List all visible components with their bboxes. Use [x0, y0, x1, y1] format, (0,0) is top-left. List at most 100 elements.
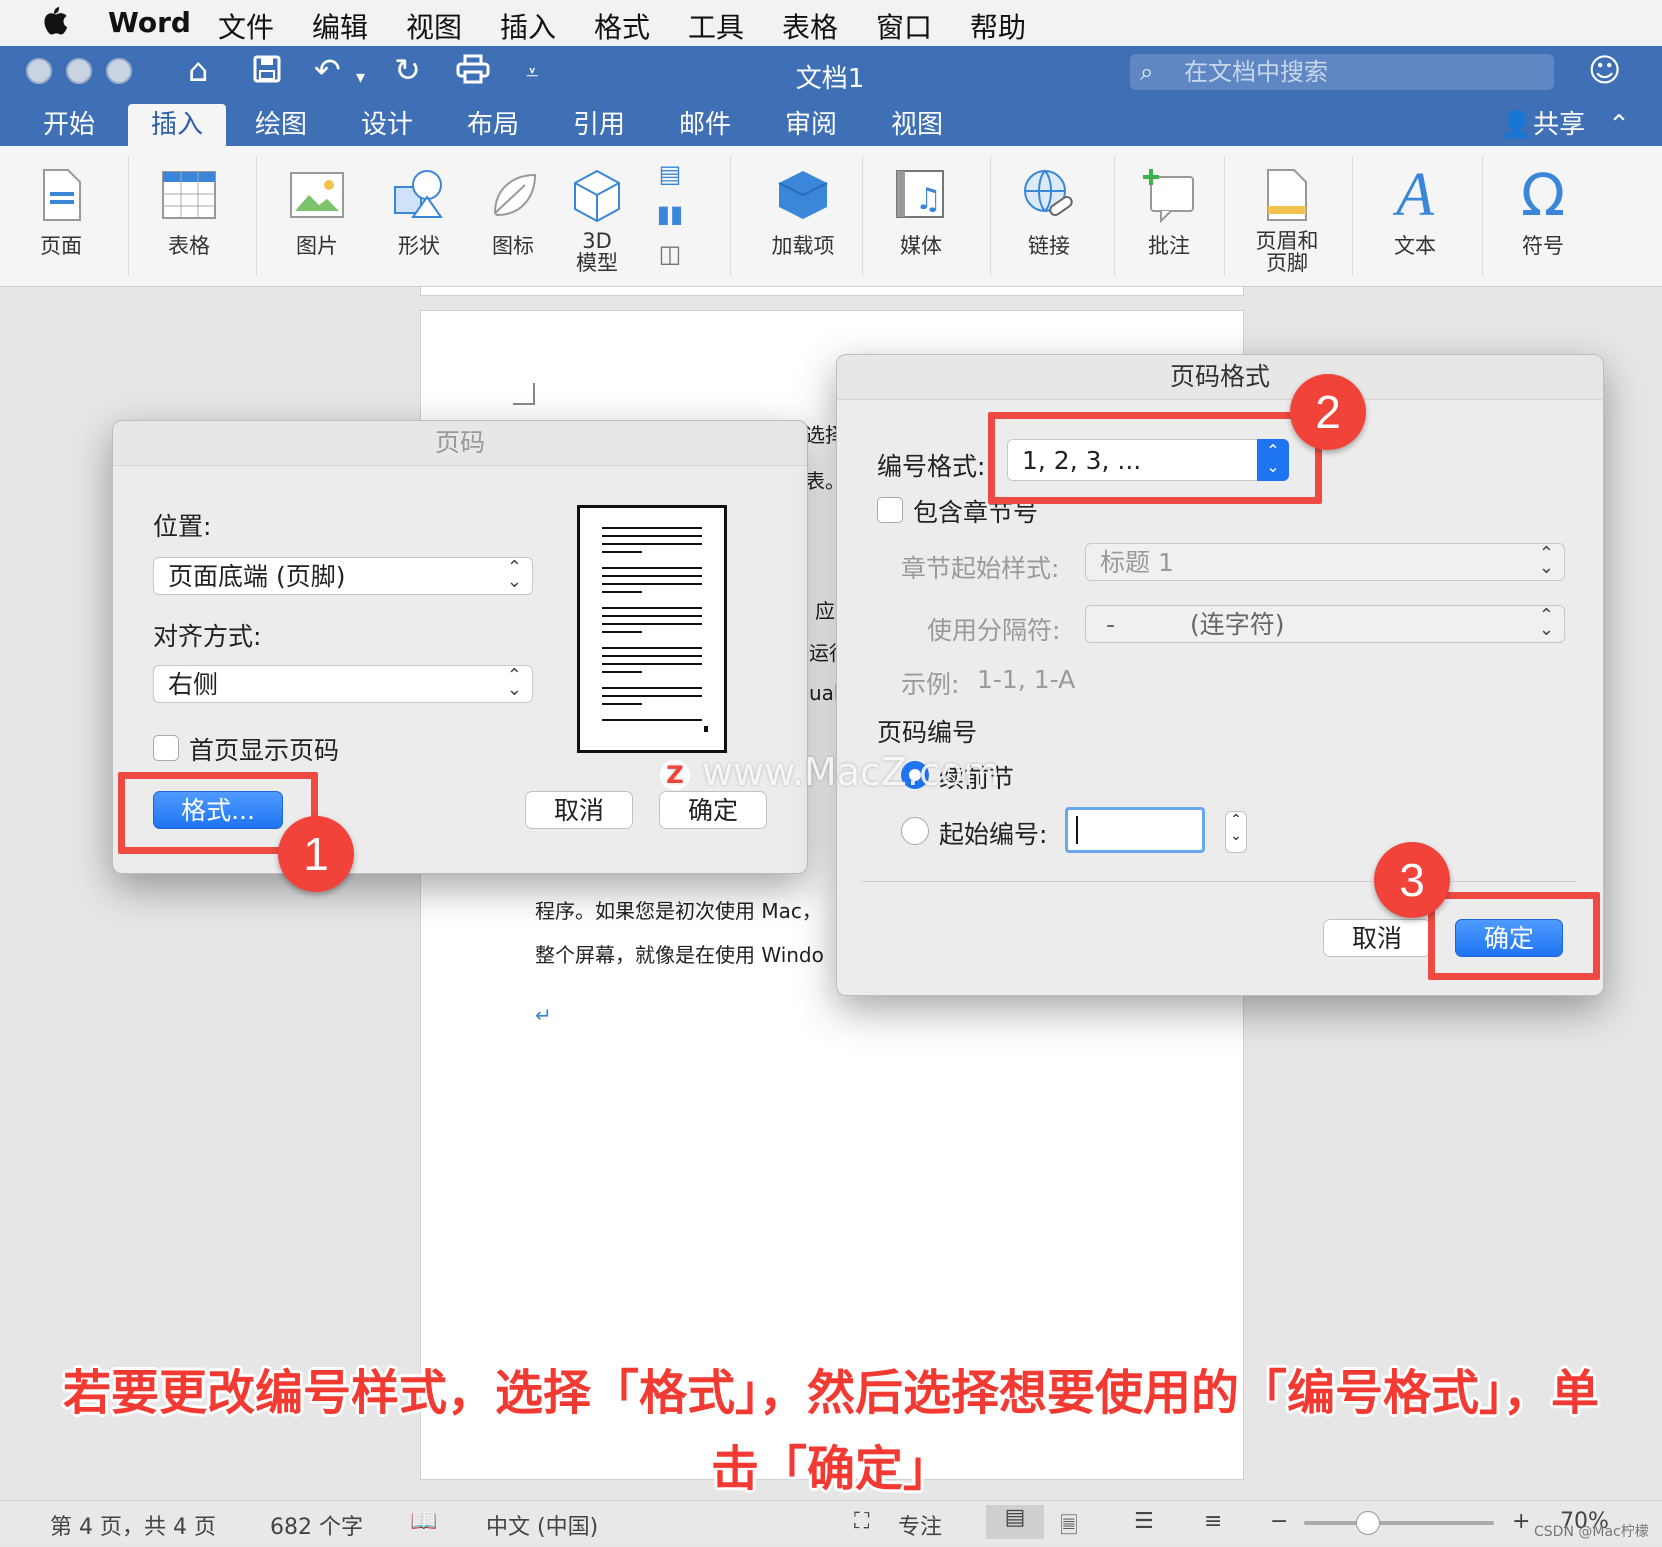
ribbon-addins-button[interactable]: 加载项 — [738, 160, 868, 260]
doc-text-line: 整个屏幕，就像是在使用 Windo — [535, 943, 824, 967]
zoom-slider[interactable] — [1304, 1511, 1494, 1535]
print-icon[interactable] — [456, 54, 490, 89]
ribbon-link-button[interactable]: 链接 — [994, 160, 1104, 260]
ribbon-smartart-stack[interactable]: ▤ ▮▮ ◫ — [640, 160, 700, 280]
zoom-window-button[interactable] — [106, 58, 132, 84]
menu-edit[interactable]: 编辑 — [312, 6, 368, 46]
ribbon-symbol-button[interactable]: Ω 符号 — [1488, 160, 1598, 260]
undo-dropdown-icon[interactable]: ▾ — [356, 62, 365, 94]
minimize-window-button[interactable] — [66, 58, 92, 84]
ribbon-comment-button[interactable]: 批注 — [1114, 160, 1224, 260]
tab-home[interactable]: 开始 — [34, 104, 104, 146]
page-info[interactable]: 第 4 页，共 4 页 — [50, 1509, 216, 1541]
menu-help[interactable]: 帮助 — [970, 6, 1026, 46]
menu-tools[interactable]: 工具 — [688, 6, 744, 46]
paragraph-mark: ↵ — [535, 1003, 552, 1027]
menu-window[interactable]: 窗口 — [876, 6, 932, 46]
menu-file[interactable]: 文件 — [218, 6, 274, 46]
ribbon-media-button[interactable]: ♫ 媒体 — [866, 160, 976, 260]
close-window-button[interactable] — [26, 58, 52, 84]
tab-view[interactable]: 视图 — [882, 104, 952, 146]
print-layout-view-icon[interactable]: ▤ — [986, 1505, 1044, 1539]
draft-view-icon[interactable]: ≡ — [1204, 1509, 1222, 1534]
customize-toolbar-icon[interactable]: ⩡ — [526, 58, 538, 90]
menu-view[interactable]: 视图 — [406, 6, 462, 46]
redo-icon[interactable]: ↻ — [394, 54, 421, 86]
menu-table[interactable]: 表格 — [782, 6, 838, 46]
callout-box-number-format — [988, 412, 1322, 504]
cancel-button[interactable]: 取消 — [525, 791, 633, 829]
alignment-label: 对齐方式: — [153, 622, 262, 651]
web-layout-view-icon[interactable]: 🗏 — [1060, 1509, 1078, 1547]
collapse-ribbon-icon[interactable]: ⌃ — [1604, 104, 1634, 146]
menu-app-name[interactable]: Word — [108, 6, 191, 39]
position-select[interactable]: 页面底端 (页脚) ⌃ ⌄ — [153, 557, 533, 595]
tab-draw[interactable]: 绘图 — [246, 104, 316, 146]
share-button[interactable]: 👤共享 — [1488, 104, 1598, 146]
start-at-input[interactable] — [1065, 807, 1205, 853]
outline-view-icon[interactable]: ☰ — [1134, 1509, 1154, 1534]
link-label: 链接 — [1028, 234, 1070, 258]
start-at-radio[interactable] — [901, 817, 929, 845]
watermark-logo-icon: Z — [660, 759, 690, 790]
ok-button[interactable]: 确定 — [659, 791, 767, 829]
page-preview-lines — [602, 527, 708, 732]
smartart-icon: ▤ — [658, 160, 682, 188]
document-title: 文档1 — [795, 64, 865, 94]
tab-references[interactable]: 引用 — [564, 104, 634, 146]
menu-insert[interactable]: 插入 — [500, 6, 556, 46]
updown-chevron-icon: ⌃ ⌄ — [506, 665, 522, 700]
feedback-smiley-icon[interactable]: ☺ — [1588, 54, 1621, 86]
omega-icon: Ω — [1520, 161, 1566, 229]
separator-select[interactable]: - (连字符) ⌃ ⌄ — [1085, 605, 1565, 643]
ribbon-picture-button[interactable]: 图片 — [262, 160, 372, 260]
cancel-button[interactable]: 取消 — [1323, 919, 1431, 957]
save-icon[interactable] — [252, 54, 282, 89]
start-at-label: 起始编号: — [939, 820, 1048, 849]
focus-label[interactable]: 专注 — [898, 1509, 942, 1541]
ribbon-table-button[interactable]: 表格 — [134, 160, 244, 260]
callout-badge-2: 2 — [1290, 374, 1366, 450]
zoom-slider-thumb[interactable] — [1356, 1511, 1380, 1535]
ribbon-3d-model-button[interactable]: 3D 模型 — [542, 160, 652, 274]
search-box[interactable]: ⌕ 在文档中搜索 — [1130, 54, 1554, 90]
start-at-stepper[interactable]: ⌃ ⌄ — [1225, 811, 1247, 853]
ribbon-separator — [1224, 156, 1225, 276]
tab-review[interactable]: 审阅 — [776, 104, 846, 146]
menu-format[interactable]: 格式 — [594, 6, 650, 46]
ribbon-separator — [862, 156, 863, 276]
chapter-style-select[interactable]: 标题 1 ⌃ ⌄ — [1085, 543, 1565, 581]
tab-insert[interactable]: 插入 — [128, 104, 226, 146]
word-count[interactable]: 682 个字 — [270, 1509, 363, 1541]
ribbon-separator — [730, 156, 731, 276]
ribbon-page-button[interactable]: 页面 — [6, 160, 116, 260]
ribbon-header-footer-button[interactable]: 页眉和 页脚 — [1232, 160, 1342, 274]
include-chapter-checkbox[interactable] — [877, 497, 903, 523]
ribbon-separator — [1482, 156, 1483, 276]
language[interactable]: 中文 (中国) — [486, 1509, 598, 1541]
zoom-out-icon[interactable]: − — [1270, 1509, 1288, 1534]
first-page-checkbox[interactable] — [153, 735, 179, 761]
text-a-icon: A — [1396, 160, 1434, 229]
picture-label: 图片 — [296, 234, 338, 258]
alignment-select[interactable]: 右侧 ⌃ ⌄ — [153, 665, 533, 703]
3d-model-label-line2: 模型 — [576, 251, 618, 275]
tab-design[interactable]: 设计 — [352, 104, 422, 146]
home-icon[interactable]: ⌂ — [188, 54, 208, 86]
ribbon-separator — [256, 156, 257, 276]
ribbon-text-button[interactable]: A 文本 — [1360, 160, 1470, 260]
chapter-style-value: 标题 1 — [1100, 548, 1174, 577]
alignment-value: 右侧 — [168, 670, 219, 699]
media-label: 媒体 — [900, 234, 942, 258]
share-label: 共享 — [1533, 110, 1586, 140]
tab-layout[interactable]: 布局 — [458, 104, 528, 146]
zoom-in-icon[interactable]: + — [1512, 1509, 1530, 1534]
tab-mailings[interactable]: 邮件 — [670, 104, 740, 146]
undo-icon[interactable]: ↶ — [314, 54, 341, 86]
header-footer-label-line2: 页脚 — [1266, 251, 1308, 275]
comment-icon — [1114, 160, 1224, 230]
proofing-book-icon[interactable]: 📖 — [410, 1509, 437, 1534]
position-value: 页面底端 (页脚) — [168, 562, 346, 591]
apple-icon[interactable] — [40, 4, 68, 44]
focus-icon[interactable]: ⛶ — [854, 1509, 869, 1534]
